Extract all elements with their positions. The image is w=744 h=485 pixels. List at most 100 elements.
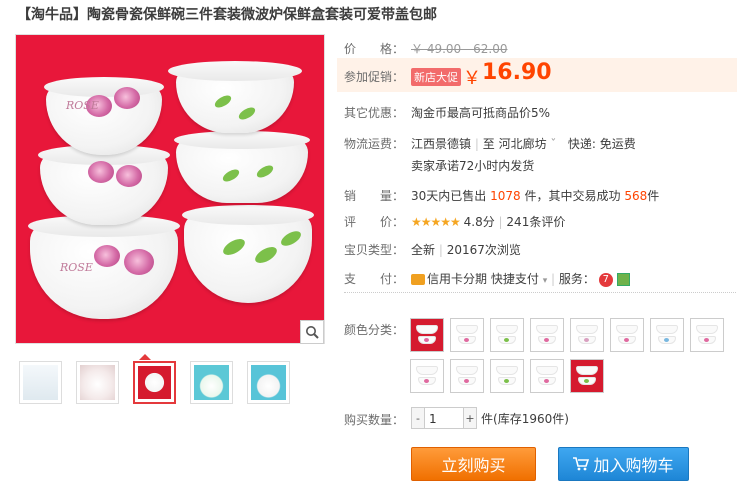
rose-lettering: ROSE bbox=[60, 261, 93, 274]
color-label: 颜色分类： bbox=[344, 323, 405, 337]
add-to-cart-label[interactable]: 加入购物车 bbox=[593, 452, 673, 476]
currency-symbol: ￥ bbox=[463, 68, 481, 89]
color-option-8[interactable] bbox=[690, 318, 724, 352]
pattern-dot bbox=[584, 338, 589, 342]
type-divider: | bbox=[438, 243, 443, 257]
thumbnail-3[interactable] bbox=[133, 361, 176, 404]
bowl-thumb bbox=[416, 325, 438, 334]
pattern-dot bbox=[464, 338, 469, 342]
chevron-down-icon[interactable]: ▾ bbox=[543, 276, 548, 286]
color-option-5[interactable] bbox=[570, 318, 604, 352]
seven-day-return-icon[interactable]: 7 bbox=[598, 272, 613, 287]
bowl-thumb bbox=[656, 325, 678, 334]
shipping-label: 物流运费： bbox=[344, 137, 405, 151]
service-badge-icon[interactable] bbox=[616, 273, 630, 286]
cart-icon bbox=[573, 457, 590, 471]
quantity-stepper: - 1 + 件 (库存1960件) bbox=[411, 407, 569, 429]
ship-to-prefix: 至 bbox=[482, 137, 495, 151]
quantity-decrease-button[interactable]: - bbox=[411, 407, 425, 429]
quantity-label: 购买数量： bbox=[344, 413, 405, 427]
lid-small-right bbox=[168, 61, 302, 81]
color-option-2[interactable] bbox=[450, 318, 484, 352]
main-product-image[interactable]: ROSE ROSE bbox=[15, 34, 325, 344]
color-option-1[interactable] bbox=[410, 318, 444, 352]
sales-prefix: 30天内已售出 bbox=[411, 189, 487, 203]
color-option-4[interactable] bbox=[530, 318, 564, 352]
thumbnail-strip bbox=[19, 361, 290, 404]
bowl-thumb bbox=[696, 325, 718, 334]
sales-unit: 件 bbox=[647, 189, 660, 203]
payment-info: 信用卡分期 快捷支付 ▾ | 服务： 7 bbox=[411, 270, 630, 287]
color-option-12[interactable] bbox=[530, 359, 564, 393]
lid-small-left bbox=[44, 77, 164, 97]
bowl-large-left bbox=[30, 223, 178, 319]
rose-decoration bbox=[124, 249, 154, 275]
pay-quick[interactable]: 快捷支付 bbox=[491, 272, 539, 286]
thumbnail-5[interactable] bbox=[247, 361, 290, 404]
quantity-increase-button[interactable]: + bbox=[463, 407, 477, 429]
thumbnail-2[interactable] bbox=[76, 361, 119, 404]
color-option-13[interactable] bbox=[570, 359, 604, 393]
buy-now-button[interactable]: 立刻购买 bbox=[411, 447, 536, 481]
pattern-dot bbox=[544, 379, 549, 383]
rose-decoration bbox=[88, 161, 114, 183]
sales-label: 销 量： bbox=[344, 189, 405, 203]
color-swatches bbox=[410, 318, 740, 393]
ship-to-selector[interactable]: 河北廊坊 ˇ bbox=[499, 137, 557, 151]
pattern-dot bbox=[624, 338, 629, 342]
bowl-thumb bbox=[536, 366, 558, 375]
view-count: 20167次浏览 bbox=[446, 243, 521, 257]
thumbnail-1[interactable] bbox=[19, 361, 62, 404]
bowl-thumb bbox=[496, 366, 518, 375]
promo-label: 参加促销： bbox=[344, 70, 405, 84]
zoom-icon[interactable] bbox=[300, 320, 324, 344]
pay-credit[interactable]: 信用卡分期 bbox=[427, 272, 487, 286]
bowl-thumb bbox=[576, 325, 598, 334]
thumbnail-selected-indicator bbox=[139, 354, 151, 360]
rose-decoration bbox=[116, 165, 142, 187]
rose-decoration bbox=[114, 87, 140, 109]
thumbnail-4[interactable] bbox=[190, 361, 233, 404]
rose-lettering: ROSE bbox=[66, 99, 99, 112]
color-option-11[interactable] bbox=[490, 359, 524, 393]
sales-info: 30天内已售出 1078 件，其中交易成功 568件 bbox=[411, 187, 659, 204]
service-label: 服务： bbox=[558, 272, 595, 286]
chevron-down-icon[interactable]: ˇ bbox=[550, 137, 556, 151]
pay-divider: | bbox=[551, 272, 556, 286]
color-option-6[interactable] bbox=[610, 318, 644, 352]
bowl-thumb bbox=[416, 366, 438, 375]
bowl-thumb bbox=[496, 325, 518, 334]
sales-count: 1078 bbox=[490, 189, 521, 203]
lid-medium-right bbox=[174, 131, 310, 149]
credit-card-icon bbox=[411, 274, 425, 285]
rating-count[interactable]: 241条评价 bbox=[506, 215, 565, 229]
pattern-dot bbox=[704, 338, 709, 342]
rating-info: ★★★★★ 4.8分 | 241条评价 bbox=[411, 213, 565, 230]
ship-to[interactable]: 河北廊坊 bbox=[499, 137, 547, 151]
rating-label: 评 价： bbox=[344, 215, 405, 229]
pattern-dot bbox=[584, 379, 589, 383]
color-option-10[interactable] bbox=[450, 359, 484, 393]
current-price: 16.90 bbox=[482, 60, 552, 85]
price-label: 价 格： bbox=[344, 42, 405, 56]
item-condition: 全新 bbox=[411, 243, 436, 257]
color-option-7[interactable] bbox=[650, 318, 684, 352]
rating-divider: | bbox=[498, 215, 503, 229]
divider: | bbox=[474, 137, 479, 151]
bowl-thumb bbox=[616, 325, 638, 334]
shipping-info: 江西景德镇 | 至 河北廊坊 ˇ 快递: 免运费 bbox=[411, 135, 636, 152]
payment-label: 支 付： bbox=[344, 272, 405, 286]
item-type-info: 全新 | 20167次浏览 bbox=[411, 241, 521, 258]
color-option-9[interactable] bbox=[410, 359, 444, 393]
add-to-cart-button[interactable]: 加入购物车 bbox=[558, 447, 689, 481]
offers-label: 其它优惠： bbox=[344, 106, 405, 120]
quantity-unit: 件 bbox=[481, 411, 494, 426]
offers-value: 淘金币最高可抵商品价5% bbox=[411, 106, 551, 120]
rose-decoration bbox=[94, 245, 120, 267]
color-option-3[interactable] bbox=[490, 318, 524, 352]
quantity-input[interactable]: 1 bbox=[425, 407, 463, 429]
pattern-dot bbox=[664, 338, 669, 342]
pattern-dot bbox=[544, 338, 549, 342]
pattern-dot bbox=[504, 338, 509, 342]
bowl-thumb bbox=[456, 325, 478, 334]
